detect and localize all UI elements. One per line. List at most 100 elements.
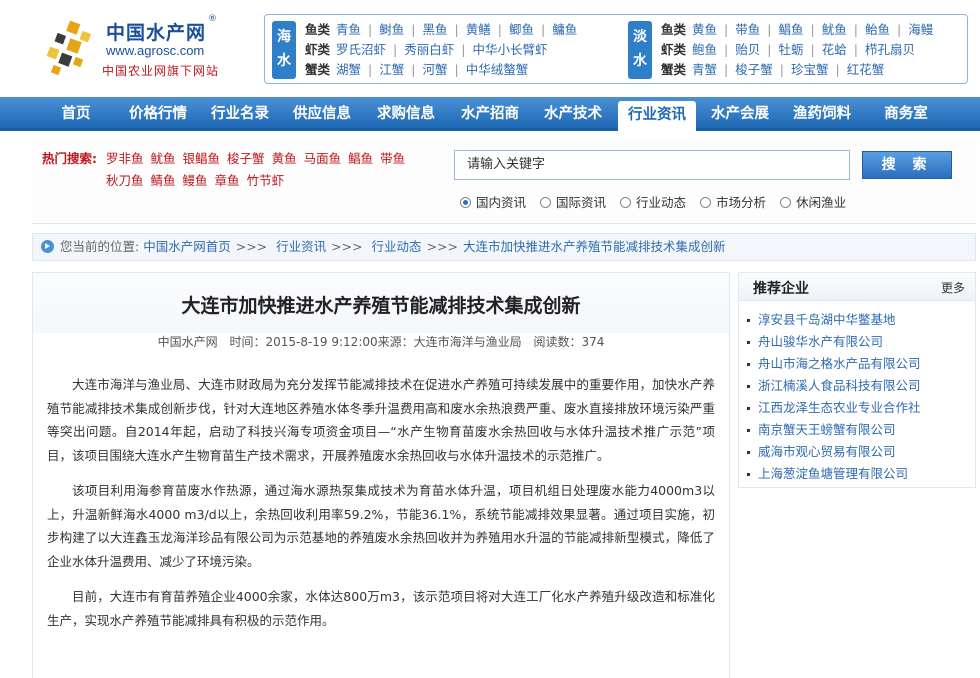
hot-search-link[interactable]: 梭子蟹 bbox=[227, 151, 265, 166]
category-link[interactable]: 带鱼 bbox=[735, 22, 760, 37]
category-link[interactable]: 罗氏沼虾 bbox=[336, 42, 386, 57]
category-row-label: 鱼类 bbox=[661, 22, 687, 37]
scope-radio[interactable]: 休闲渔业 bbox=[780, 192, 846, 211]
separator: | bbox=[497, 22, 502, 37]
nav-item[interactable]: 供应信息 bbox=[282, 97, 362, 131]
nav-item[interactable]: 渔药饲料 bbox=[782, 97, 862, 131]
category-link[interactable]: 青蟹 bbox=[692, 62, 717, 77]
bullet-icon bbox=[747, 473, 750, 476]
company-list-item[interactable]: 淳安县千岛湖中华鳖基地 bbox=[747, 309, 971, 331]
site-logo[interactable]: 中国水产网 ® www.agrosc.com 中国农业网旗下网站 bbox=[44, 14, 244, 82]
category-link[interactable]: 贻贝 bbox=[735, 42, 760, 57]
hot-search-link[interactable]: 鳗鱼 bbox=[183, 173, 208, 188]
category-link[interactable]: 黄鳝 bbox=[466, 22, 491, 37]
separator: | bbox=[767, 42, 772, 57]
category-link[interactable]: 黑鱼 bbox=[422, 22, 447, 37]
search-input[interactable]: 请输入关键字 bbox=[454, 150, 850, 180]
nav-item[interactable]: 商务室 bbox=[866, 97, 946, 131]
separator: | bbox=[810, 22, 815, 37]
category-row-label: 虾类 bbox=[661, 42, 687, 57]
category-link[interactable]: 梭子蟹 bbox=[735, 62, 773, 77]
company-list-item[interactable]: 舟山骏华水产有限公司 bbox=[747, 331, 971, 353]
more-link[interactable]: 更多 bbox=[941, 279, 965, 296]
separator: | bbox=[368, 22, 373, 37]
company-list-item[interactable]: 浙江楠溪人食品科技有限公司 bbox=[747, 375, 971, 397]
hot-search-link[interactable]: 鲳鱼 bbox=[348, 151, 373, 166]
category-link[interactable]: 珍宝蟹 bbox=[791, 62, 829, 77]
company-list: 淳安县千岛湖中华鳖基地舟山骏华水产有限公司 舟山市海之格水产品有限公司 浙江楠溪人食… bbox=[747, 309, 971, 485]
category-link[interactable]: 江蟹 bbox=[379, 62, 404, 77]
separator: | bbox=[368, 62, 373, 77]
location-arrow-icon bbox=[41, 240, 54, 253]
category-link[interactable]: 鳙鱼 bbox=[552, 22, 577, 37]
hot-search-link[interactable]: 章鱼 bbox=[215, 173, 240, 188]
scope-radio[interactable]: 国际资讯 bbox=[540, 192, 606, 211]
scope-radio[interactable]: 国内资讯 bbox=[460, 192, 526, 211]
hot-search-link[interactable]: 罗非鱼 bbox=[106, 151, 144, 166]
nav-item[interactable]: 水产招商 bbox=[450, 97, 530, 131]
breadcrumb-link[interactable]: 行业动态 bbox=[372, 239, 422, 254]
hot-search-link[interactable]: 银鲳鱼 bbox=[183, 151, 221, 166]
separator: | bbox=[411, 62, 416, 77]
category-link[interactable]: 中华绒螯蟹 bbox=[466, 62, 529, 77]
category-link[interactable]: 黄鱼 bbox=[692, 22, 717, 37]
main-nav: 首页 价格行情 行业名录 供应信息 求购信息 水产招商 水产技术 行业资讯 水产会展 渔药饲料 商务… bbox=[0, 97, 980, 131]
category-link[interactable]: 中华小长臂虾 bbox=[472, 42, 547, 57]
scope-radio-label: 国内资讯 bbox=[476, 195, 527, 210]
category-link[interactable]: 栉孔扇贝 bbox=[865, 42, 915, 57]
search-button[interactable]: 搜 索 bbox=[862, 151, 952, 179]
category-link[interactable]: 牡蛎 bbox=[778, 42, 803, 57]
radio-unchecked-icon bbox=[620, 197, 632, 208]
nav-item[interactable]: 水产会展 bbox=[700, 97, 780, 131]
logo-url: www.agrosc.com bbox=[106, 43, 205, 58]
nav-item[interactable]: 首页 bbox=[36, 97, 116, 131]
separator: | bbox=[767, 22, 772, 37]
hot-search-link[interactable]: 带鱼 bbox=[380, 151, 405, 166]
hot-search-link[interactable]: 马面鱼 bbox=[304, 151, 342, 166]
category-link[interactable]: 花蛤 bbox=[822, 42, 847, 57]
separator: | bbox=[724, 62, 729, 77]
category-link[interactable]: 鲳鱼 bbox=[778, 22, 803, 37]
company-list-item[interactable]: 南京蟹天王螃蟹有限公司 bbox=[747, 419, 971, 441]
scope-radio[interactable]: 市场分析 bbox=[700, 192, 766, 211]
registered-mark: ® bbox=[208, 14, 217, 24]
company-list-item[interactable]: 江西龙泽生态农业专业合作社 bbox=[747, 397, 971, 419]
article-meta: 中国水产网 时间：2015-8-19 9:12:00来源：大连市海洋与渔业局 阅… bbox=[33, 333, 729, 350]
breadcrumb-link[interactable]: 中国水产网首页 bbox=[143, 239, 231, 254]
hot-search-link[interactable]: 鲭鱼 bbox=[151, 173, 176, 188]
category-link[interactable]: 河蟹 bbox=[422, 62, 447, 77]
nav-item[interactable]: 水产技术 bbox=[533, 97, 613, 131]
category-link[interactable]: 鲍鱼 bbox=[692, 42, 717, 57]
article-paragraph: 该项目利用海参育苗废水作热源，通过海水源热泵集成技术为育苗水体升温，项目机组日处… bbox=[47, 483, 715, 569]
search-area: 热门搜索: 罗非鱼 鱿鱼 银鲳鱼 梭子蟹 黄鱼 马面鱼 鲳鱼 带鱼 秋刀鱼 鲭鱼 鳗鱼 章鱼 竹节虾 … bbox=[32, 138, 976, 224]
category-link[interactable]: 鲐鱼 bbox=[865, 22, 890, 37]
nav-item[interactable]: 行业资讯 bbox=[618, 101, 696, 131]
hot-search-link[interactable]: 黄鱼 bbox=[272, 151, 297, 166]
category-link[interactable]: 海鳗 bbox=[908, 22, 933, 37]
scope-radio[interactable]: 行业动态 bbox=[620, 192, 686, 211]
hot-search-link[interactable]: 鱿鱼 bbox=[151, 151, 176, 166]
breadcrumb-link[interactable]: 行业资讯 bbox=[276, 239, 326, 254]
company-list-item[interactable]: 威海市观心贸易有限公司 bbox=[747, 441, 971, 463]
company-name: 淳安县千岛湖中华鳖基地 bbox=[758, 312, 896, 327]
category-link[interactable]: 鲫鱼 bbox=[509, 22, 534, 37]
category-link[interactable]: 鲥鱼 bbox=[379, 22, 404, 37]
category-link[interactable]: 红花蟹 bbox=[847, 62, 885, 77]
nav-item[interactable]: 求购信息 bbox=[366, 97, 446, 131]
category-link[interactable]: 秀丽白虾 bbox=[404, 42, 454, 57]
hot-search-link[interactable]: 秋刀鱼 bbox=[106, 173, 144, 188]
breadcrumb-current[interactable]: 大连市加快推进水产养殖节能减排技术集成创新 bbox=[463, 239, 726, 254]
hot-search-link[interactable]: 竹节虾 bbox=[247, 173, 285, 188]
bullet-icon bbox=[747, 363, 750, 366]
nav-item[interactable]: 行业名录 bbox=[200, 97, 280, 131]
breadcrumb-prefix: 您当前的位置: bbox=[60, 239, 140, 254]
category-link[interactable]: 鱿鱼 bbox=[822, 22, 847, 37]
article-time-source: 时间：2015-8-19 9:12:00来源：大连市海洋与渔业局 bbox=[229, 335, 522, 349]
category-row: 鱼类 青鱼 | 鲥鱼 | 黑鱼 | 黄鳝 | 鲫鱼 | 鳙鱼 bbox=[305, 20, 577, 40]
company-list-item[interactable]: 上海葱淀鱼塘管理有限公司 bbox=[747, 463, 971, 485]
category-link[interactable]: 青鱼 bbox=[336, 22, 361, 37]
category-link[interactable]: 湖蟹 bbox=[336, 62, 361, 77]
bullet-icon bbox=[747, 429, 750, 432]
nav-item[interactable]: 价格行情 bbox=[118, 97, 198, 131]
company-list-item[interactable]: 舟山市海之格水产品有限公司 bbox=[747, 353, 971, 375]
